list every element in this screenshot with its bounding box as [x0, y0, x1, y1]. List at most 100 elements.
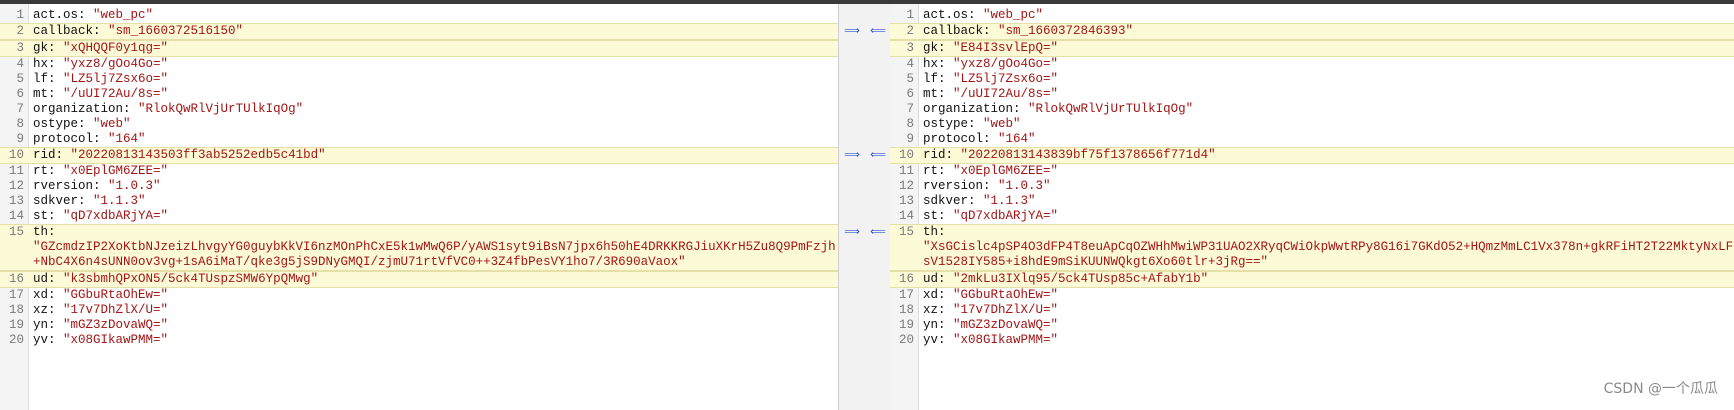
right-line-15[interactable]: 15 th: "XsGCislc4pSP4O3dFP4T8euApCqOZWHhMw…	[890, 224, 1734, 271]
right-diff-pane[interactable]: 1 act.os: "web_pc" 2 callback: "sm_16603728…	[890, 4, 1734, 410]
merge-arrows-line-15[interactable]: ⟹ ⟸	[839, 224, 891, 239]
left-line-13[interactable]: 13 sdkver: "1.1.3"	[0, 194, 838, 209]
field-value: "sm_1660372846393"	[998, 24, 1134, 38]
field-key: callback:	[33, 24, 101, 38]
left-line-19[interactable]: 19 yn: "mGZ3zDovaWQ="	[0, 318, 838, 333]
left-line-1[interactable]: 1 act.os: "web_pc"	[0, 8, 838, 23]
left-line-3[interactable]: 3 gk: "xQHQQF0y1qg="	[0, 40, 838, 57]
right-line-2[interactable]: 2 callback: "sm_1660372846393"	[890, 23, 1734, 40]
copy-to-right-icon[interactable]: ⟹	[844, 148, 860, 161]
right-line-13[interactable]: 13 sdkver: "1.1.3"	[890, 194, 1734, 209]
line-number: 3	[16, 41, 24, 55]
field-value: "XsGCislc4pSP4O3dFP4T8euApCqOZWHhMwiWP31…	[923, 240, 1734, 269]
code-text: hx: "yxz8/gOo4Go="	[918, 57, 1734, 72]
copy-to-right-icon[interactable]: ⟹	[844, 24, 860, 37]
code-text: rversion: "1.0.3"	[28, 179, 838, 194]
copy-to-left-icon[interactable]: ⟸	[870, 225, 886, 238]
code-text: rid: "20220813143839bf75f1378656f771d4"	[918, 148, 1734, 163]
field-value: "1.1.3"	[93, 194, 146, 208]
left-line-8[interactable]: 8 ostype: "web"	[0, 117, 838, 132]
left-line-18[interactable]: 18 xz: "17v7DhZlX/U="	[0, 303, 838, 318]
field-key: yn:	[923, 318, 946, 332]
line-number: 20	[8, 333, 24, 347]
field-key: st:	[33, 209, 56, 223]
merge-arrows-line-10[interactable]: ⟹ ⟸	[839, 147, 891, 162]
field-key: xd:	[33, 288, 56, 302]
right-line-19[interactable]: 19 yn: "mGZ3zDovaWQ="	[890, 318, 1734, 333]
code-text: xd: "GGbuRtaOhEw="	[918, 288, 1734, 303]
right-line-11[interactable]: 11 rt: "x0EplGM6ZEE="	[890, 164, 1734, 179]
field-key: xd:	[923, 288, 946, 302]
merge-arrows-line-2[interactable]: ⟹ ⟸	[839, 23, 891, 38]
code-text: protocol: "164"	[28, 132, 838, 147]
field-value: "yxz8/gOo4Go="	[63, 57, 169, 71]
left-line-15[interactable]: 15 th: "GZcmdzIP2XoKtbNJzeizLhvgyYG0guybKk…	[0, 224, 838, 271]
left-line-11[interactable]: 11 rt: "x0EplGM6ZEE="	[0, 164, 838, 179]
left-line-9[interactable]: 9 protocol: "164"	[0, 132, 838, 147]
line-number: 11	[898, 164, 914, 178]
left-line-12[interactable]: 12 rversion: "1.0.3"	[0, 179, 838, 194]
line-number: 11	[8, 164, 24, 178]
field-value: "LZ5lj7Zsx6o="	[953, 72, 1059, 86]
field-key: lf:	[33, 72, 56, 86]
field-key: gk:	[923, 41, 946, 55]
line-number: 6	[16, 87, 24, 101]
right-line-8[interactable]: 8 ostype: "web"	[890, 117, 1734, 132]
copy-to-left-icon[interactable]: ⟸	[870, 148, 886, 161]
field-key: th:	[923, 225, 946, 239]
left-line-4[interactable]: 4 hx: "yxz8/gOo4Go="	[0, 57, 838, 72]
right-line-3[interactable]: 3 gk: "E84I3svlEpQ="	[890, 40, 1734, 57]
right-line-20[interactable]: 20 yv: "x08GIkawPMM="	[890, 333, 1734, 348]
left-line-7[interactable]: 7 organization: "RlokQwRlVjUrTUlkIqOg"	[0, 102, 838, 117]
left-line-17[interactable]: 17 xd: "GGbuRtaOhEw="	[0, 288, 838, 303]
right-line-18[interactable]: 18 xz: "17v7DhZlX/U="	[890, 303, 1734, 318]
field-value: "web"	[983, 117, 1021, 131]
right-line-4[interactable]: 4 hx: "yxz8/gOo4Go="	[890, 57, 1734, 72]
left-line-14[interactable]: 14 st: "qD7xdbARjYA="	[0, 209, 838, 224]
code-text: sdkver: "1.1.3"	[28, 194, 838, 209]
code-text: st: "qD7xdbARjYA="	[28, 209, 838, 224]
line-number: 13	[898, 194, 914, 208]
code-text: hx: "yxz8/gOo4Go="	[28, 57, 838, 72]
right-line-17[interactable]: 17 xd: "GGbuRtaOhEw="	[890, 288, 1734, 303]
left-line-6[interactable]: 6 mt: "/uUI72Au/8s="	[0, 87, 838, 102]
code-text: ud: "k3sbmhQPxON5/5ck4TUspzSMW6YpQMwg"	[28, 272, 838, 287]
right-line-6[interactable]: 6 mt: "/uUI72Au/8s="	[890, 87, 1734, 102]
line-number: 2	[16, 24, 24, 38]
copy-to-left-icon[interactable]: ⟸	[870, 24, 886, 37]
left-diff-pane[interactable]: 1 act.os: "web_pc" 2 callback: "sm_16603725…	[0, 4, 838, 410]
right-line-10[interactable]: 10 rid: "20220813143839bf75f1378656f771d4…	[890, 147, 1734, 164]
field-key: protocol:	[923, 132, 991, 146]
code-text: th: "GZcmdzIP2XoKtbNJzeizLhvgyYG0guybKkVI…	[28, 225, 838, 270]
line-number: 2	[906, 24, 914, 38]
code-text: yn: "mGZ3zDovaWQ="	[28, 318, 838, 333]
line-number: 7	[906, 102, 914, 116]
field-key: sdkver:	[33, 194, 86, 208]
right-line-14[interactable]: 14 st: "qD7xdbARjYA="	[890, 209, 1734, 224]
left-line-2[interactable]: 2 callback: "sm_1660372516150"	[0, 23, 838, 40]
left-line-10[interactable]: 10 rid: "20220813143503ff3ab5252edb5c41bd…	[0, 147, 838, 164]
line-number: 14	[898, 209, 914, 223]
left-line-20[interactable]: 20 yv: "x08GIkawPMM="	[0, 333, 838, 348]
field-value: "x08GIkawPMM="	[953, 333, 1059, 347]
right-line-7[interactable]: 7 organization: "RlokQwRlVjUrTUlkIqOg"	[890, 102, 1734, 117]
left-line-16[interactable]: 16 ud: "k3sbmhQPxON5/5ck4TUspzSMW6YpQMwg"	[0, 271, 838, 288]
line-number: 7	[16, 102, 24, 116]
copy-to-right-icon[interactable]: ⟹	[844, 225, 860, 238]
code-text: gk: "xQHQQF0y1qg="	[28, 41, 838, 56]
right-line-1[interactable]: 1 act.os: "web_pc"	[890, 8, 1734, 23]
code-text: mt: "/uUI72Au/8s="	[28, 87, 838, 102]
field-key: th:	[33, 225, 56, 239]
right-line-16[interactable]: 16 ud: "2mkLu3IXlq95/5ck4TUsp85c+AfabY1b"	[890, 271, 1734, 288]
right-line-12[interactable]: 12 rversion: "1.0.3"	[890, 179, 1734, 194]
field-key: yv:	[923, 333, 946, 347]
field-key: act.os:	[33, 8, 86, 22]
line-number: 1	[16, 8, 24, 22]
code-text: rt: "x0EplGM6ZEE="	[918, 164, 1734, 179]
line-number: 14	[8, 209, 24, 223]
right-line-9[interactable]: 9 protocol: "164"	[890, 132, 1734, 147]
right-line-5[interactable]: 5 lf: "LZ5lj7Zsx6o="	[890, 72, 1734, 87]
code-text: mt: "/uUI72Au/8s="	[918, 87, 1734, 102]
field-key: yn:	[33, 318, 56, 332]
left-line-5[interactable]: 5 lf: "LZ5lj7Zsx6o="	[0, 72, 838, 87]
